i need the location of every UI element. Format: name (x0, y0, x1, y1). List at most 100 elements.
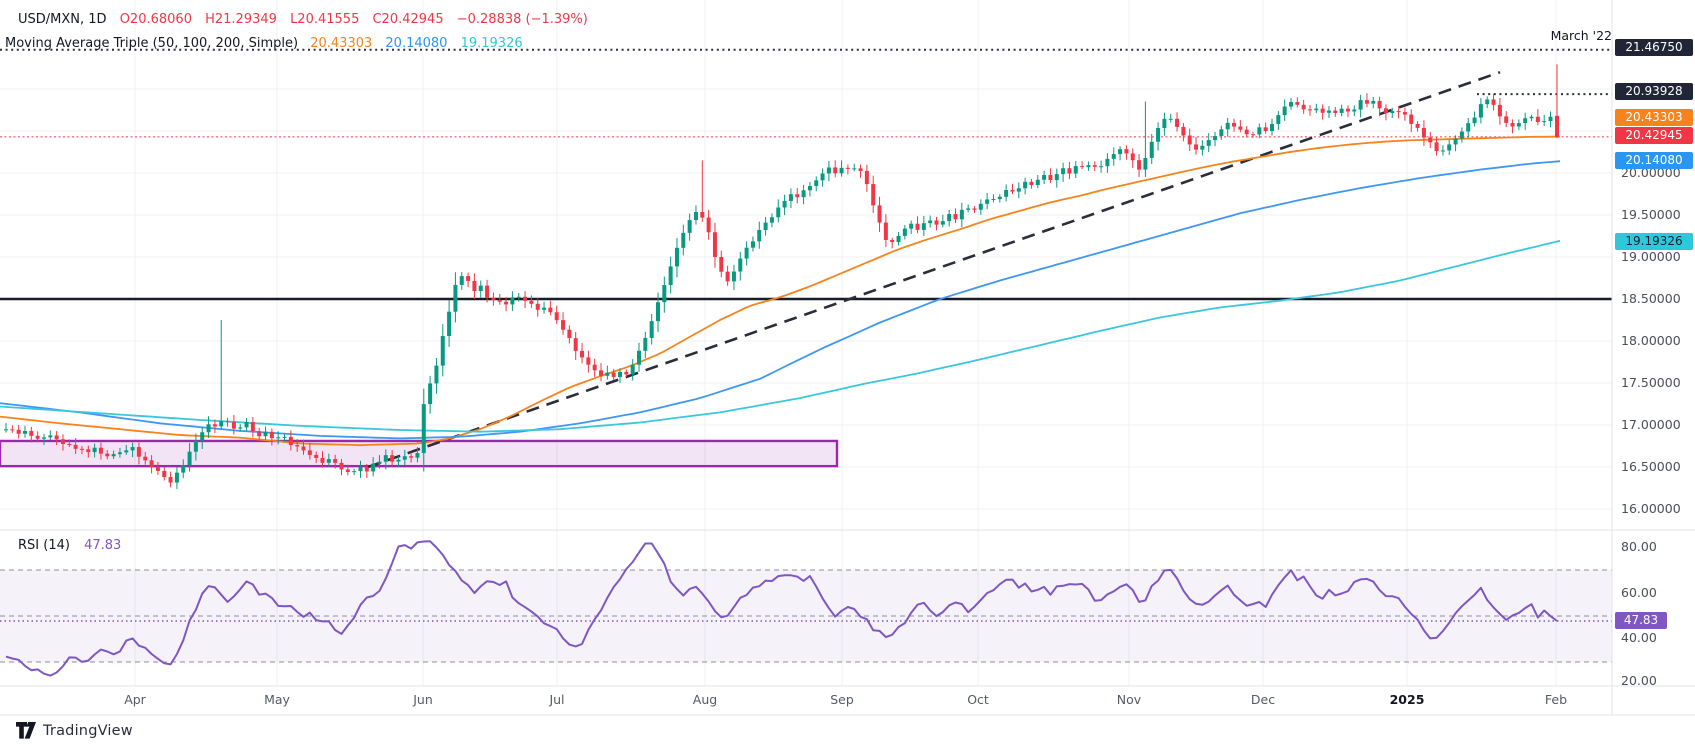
candle-body (327, 459, 331, 463)
candle-body (922, 223, 926, 230)
price-tick-label[interactable]: 60.00 (1621, 586, 1657, 600)
candle-body (105, 454, 109, 457)
price-tick-label[interactable]: 18.00000 (1621, 334, 1681, 348)
candle-body (232, 422, 236, 429)
ma-indicator-title[interactable]: Moving Average Triple (50, 100, 200, Sim… (5, 36, 298, 51)
price-label-badge: 21.46750 (1615, 39, 1693, 56)
ma50-line[interactable] (0, 137, 1560, 446)
candle-body (751, 241, 755, 247)
time-tick-label[interactable]: Apr (124, 692, 146, 707)
ohlc-open: O20.68060 (120, 12, 192, 27)
time-tick-label[interactable]: May (264, 692, 290, 707)
price-label-badge: 20.14080 (1615, 152, 1693, 169)
candle-body (1409, 115, 1413, 124)
candle-body (1378, 101, 1382, 108)
price-tick-label[interactable]: 17.00000 (1621, 418, 1681, 432)
candle-body (17, 430, 21, 434)
time-tick-label[interactable]: Dec (1251, 692, 1275, 707)
symbol-title[interactable]: USD/MXN, 1D (18, 12, 107, 27)
candle-body (1504, 116, 1508, 123)
price-tick-label[interactable]: 17.50000 (1621, 376, 1681, 390)
candle-body (1131, 153, 1135, 160)
candle-body (662, 285, 666, 302)
candle-body (1194, 144, 1198, 149)
price-tick-label[interactable]: 80.00 (1621, 540, 1657, 554)
ma100-value: 20.14080 (385, 36, 447, 51)
time-tick-label[interactable]: Oct (967, 692, 989, 707)
candle-body (1181, 127, 1185, 136)
candle-body (1447, 144, 1451, 150)
candle-body (333, 459, 337, 463)
price-tick-label[interactable]: 19.00000 (1621, 250, 1681, 264)
time-tick-label[interactable]: Jul (549, 692, 564, 707)
candle-body (1207, 140, 1211, 146)
candle-body (194, 441, 198, 452)
candle-body (1150, 142, 1154, 158)
candle-body (1542, 121, 1546, 122)
candle-body (23, 431, 27, 434)
candle-body (1264, 127, 1268, 131)
candle-body (498, 300, 502, 302)
candle-body (1118, 149, 1122, 154)
candle-body (517, 297, 521, 298)
candle-body (200, 432, 204, 440)
candle-body (371, 464, 375, 472)
candle-body (175, 473, 179, 483)
candle-body (377, 462, 381, 464)
candle-body (479, 286, 483, 291)
candle-body (213, 424, 217, 426)
time-tick-label[interactable]: Nov (1117, 692, 1141, 707)
candle-body (86, 449, 90, 452)
candle-body (1112, 154, 1116, 159)
time-tick-label[interactable]: Sep (830, 692, 854, 707)
time-tick-label[interactable]: Jun (413, 692, 433, 707)
price-tick-label[interactable]: 19.50000 (1621, 208, 1681, 222)
candle-body (251, 422, 255, 431)
candle-body (1511, 123, 1515, 127)
candle-body (688, 220, 692, 233)
candle-body (61, 439, 65, 444)
candle-body (510, 297, 514, 304)
candle-body (1270, 124, 1274, 131)
candle-body (1169, 119, 1173, 120)
tradingview-logo-text: TradingView (43, 723, 133, 739)
price-chart-canvas[interactable] (0, 0, 1695, 752)
tradingview-logo-link[interactable]: TradingView (16, 722, 133, 739)
candle-body (112, 454, 116, 456)
candle-body (859, 168, 863, 171)
candle-body (245, 422, 249, 427)
candle-body (460, 276, 464, 285)
candle-body (966, 208, 970, 209)
candle-body (1422, 128, 1426, 138)
time-tick-label[interactable]: 2025 (1390, 692, 1425, 707)
rsi-indicator-title[interactable]: RSI (14) (18, 538, 74, 553)
price-tick-label[interactable]: 20.00 (1621, 674, 1657, 688)
candle-body (1105, 159, 1109, 166)
rsi-legend-row: RSI (14) 47.83 (18, 538, 121, 553)
price-tick-label[interactable]: 16.50000 (1621, 460, 1681, 474)
time-tick-label[interactable]: Aug (693, 692, 717, 707)
candle-body (434, 366, 438, 384)
candle-body (1485, 99, 1489, 104)
candle-body (947, 214, 951, 221)
candle-body (1289, 102, 1293, 106)
candle-body (561, 320, 565, 330)
ma200-line[interactable] (0, 241, 1560, 432)
candle-body (1479, 104, 1483, 117)
candle-body (605, 373, 609, 376)
candle-body (1010, 190, 1014, 192)
price-tick-label[interactable]: 40.00 (1621, 631, 1657, 645)
candle-body (637, 351, 641, 365)
time-tick-label[interactable]: Feb (1545, 692, 1567, 707)
candle-body (1080, 166, 1084, 167)
candle-body (1517, 123, 1521, 126)
price-tick-label[interactable]: 16.00000 (1621, 502, 1681, 516)
candle-body (1340, 109, 1344, 113)
candle-body (289, 437, 293, 445)
price-tick-label[interactable]: 18.50000 (1621, 292, 1681, 306)
candle-body (1251, 134, 1255, 135)
candle-body (1175, 119, 1179, 127)
candle-body (1523, 118, 1527, 123)
candle-body (466, 276, 470, 281)
candle-body (143, 457, 147, 461)
